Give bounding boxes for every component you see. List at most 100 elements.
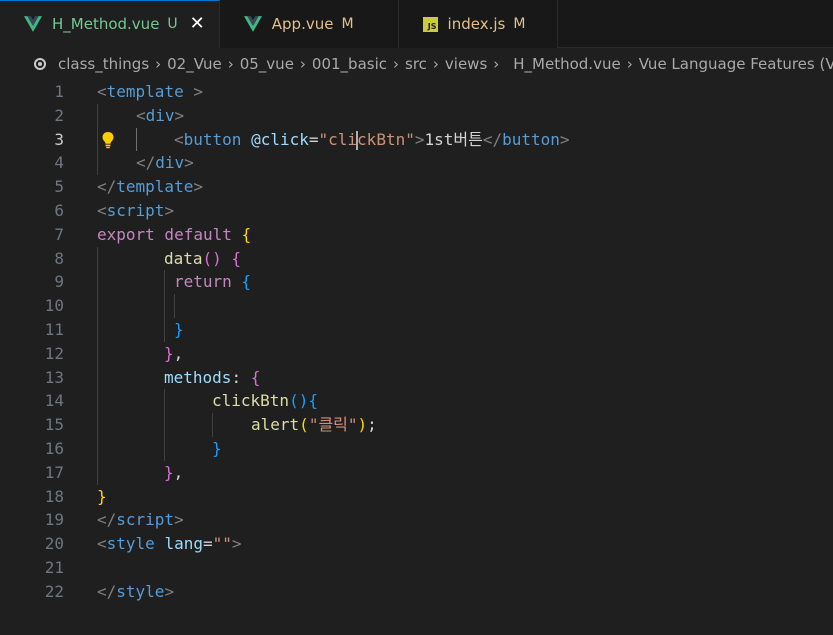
code-line: 13 methods: { [0,365,833,390]
tab-label: index.js [447,15,506,33]
line-content: data() { [164,248,242,268]
code-line: 5 </template> [0,175,833,199]
line-number: 15 [44,415,64,435]
line-content: </template> [97,177,203,197]
chevron-right-icon: › [432,55,439,73]
line-number: 2 [54,105,64,125]
code-line: 9 return { [0,270,833,295]
line-content: alert("클릭"); [251,415,377,435]
indent-guide [97,341,98,366]
indent-guide [97,460,98,485]
breadcrumb-item[interactable]: class_things [58,55,149,73]
untracked-badge: U [167,16,178,32]
code-line: 1 <template > [0,80,833,104]
code-line: 19 </script> [0,508,833,532]
close-icon[interactable]: ✕ [190,15,205,33]
tab-h-method-vue[interactable]: H_Method.vue U ✕ [0,0,220,48]
line-number: 7 [54,224,64,244]
code-line: 16 } [0,436,833,461]
code-line: 20 <style lang=""> [0,532,833,556]
code-line: 14 clickBtn(){ [0,389,833,414]
line-content: </div> [136,153,194,173]
line-number: 16 [44,438,64,458]
indent-guide [212,413,213,437]
indent-guide [164,294,165,318]
line-number: 20 [44,534,64,554]
line-number: 10 [44,296,64,316]
line-content: <div> [136,105,185,125]
line-content: <script> [97,200,175,220]
code-editor[interactable]: 1 <template > 2 <div> 3 <button @click="… [0,80,833,604]
line-number: 22 [44,581,64,601]
breadcrumb-item[interactable]: views [445,55,487,73]
chevron-right-icon: › [227,55,234,73]
line-content: } [212,438,222,458]
modified-badge: M [513,16,526,32]
code-line: 6 <script> [0,199,833,223]
line-number: 11 [44,319,64,339]
indent-guide [97,294,98,318]
line-content: </script> [97,510,184,530]
line-content: } [97,486,107,506]
tab-label: H_Method.vue [52,15,160,33]
chevron-right-icon: › [626,55,633,73]
line-number: 1 [54,82,64,101]
vue-icon [24,16,42,32]
line-content: <template > [97,82,203,101]
tab-app-vue[interactable]: App.vue M [219,0,399,48]
vue-icon [243,16,262,32]
line-content: }, [164,462,184,482]
breadcrumb-item[interactable]: 05_vue [240,55,294,73]
chevron-right-icon: › [155,55,162,73]
code-line: 8 data() { [0,246,833,271]
indent-guide [164,413,165,437]
breadcrumb-item[interactable]: src [405,55,427,73]
folder-root-icon [34,58,46,70]
line-number: 4 [54,153,64,173]
code-line: 18 } [0,485,833,509]
editor-tab-bar: H_Method.vue U ✕ App.vue M JS index.js M [0,0,833,48]
indent-guide [97,436,98,461]
line-content: } [174,319,184,339]
breadcrumb-item[interactable]: 02_Vue [167,55,222,73]
breadcrumb: class_things › 02_Vue › 05_vue › 001_bas… [0,48,833,80]
indent-guide [174,294,175,318]
js-icon: JS [422,16,438,32]
breadcrumb-item[interactable]: 001_basic [312,55,387,73]
line-content: clickBtn(){ [212,391,318,411]
code-line: 17 }, [0,460,833,485]
line-number: 12 [44,343,64,363]
code-line: 12 }, [0,341,833,366]
breadcrumb-item-language[interactable]: Vue Language Features (Volar) [639,55,833,73]
line-number: 19 [44,510,64,530]
modified-badge: M [341,16,354,32]
indent-guide [97,246,98,271]
indent-guide [97,151,98,176]
indent-guide [97,103,98,128]
code-line: 4 </div> [0,151,833,176]
line-number: 9 [54,272,64,292]
line-content: }, [164,343,184,363]
chevron-right-icon: › [393,55,399,73]
tab-index-js[interactable]: JS index.js M [398,0,559,48]
line-number: 8 [54,248,64,268]
indent-guide [97,317,98,342]
line-number: 6 [54,200,64,220]
indent-guide [97,413,98,437]
code-line: 22 </style> [0,580,833,604]
line-content: <button @click="clickBtn">1st버튼</button> [174,129,570,150]
indent-guide [164,317,165,342]
indent-guide [97,127,98,152]
indent-guide [164,389,165,414]
line-content: export default { [97,224,252,244]
indent-guide [164,270,165,295]
indent-guide [164,436,165,461]
code-line: 7 export default { [0,223,833,247]
breadcrumb-item-file[interactable]: H_Method.vue [513,55,620,73]
chevron-right-icon: › [493,55,500,73]
indent-guide [97,389,98,414]
line-number: 5 [54,177,64,197]
lightbulb-icon[interactable] [100,131,116,149]
line-content: methods: { [164,367,261,387]
code-line: 15 alert("클릭"); [0,413,833,437]
